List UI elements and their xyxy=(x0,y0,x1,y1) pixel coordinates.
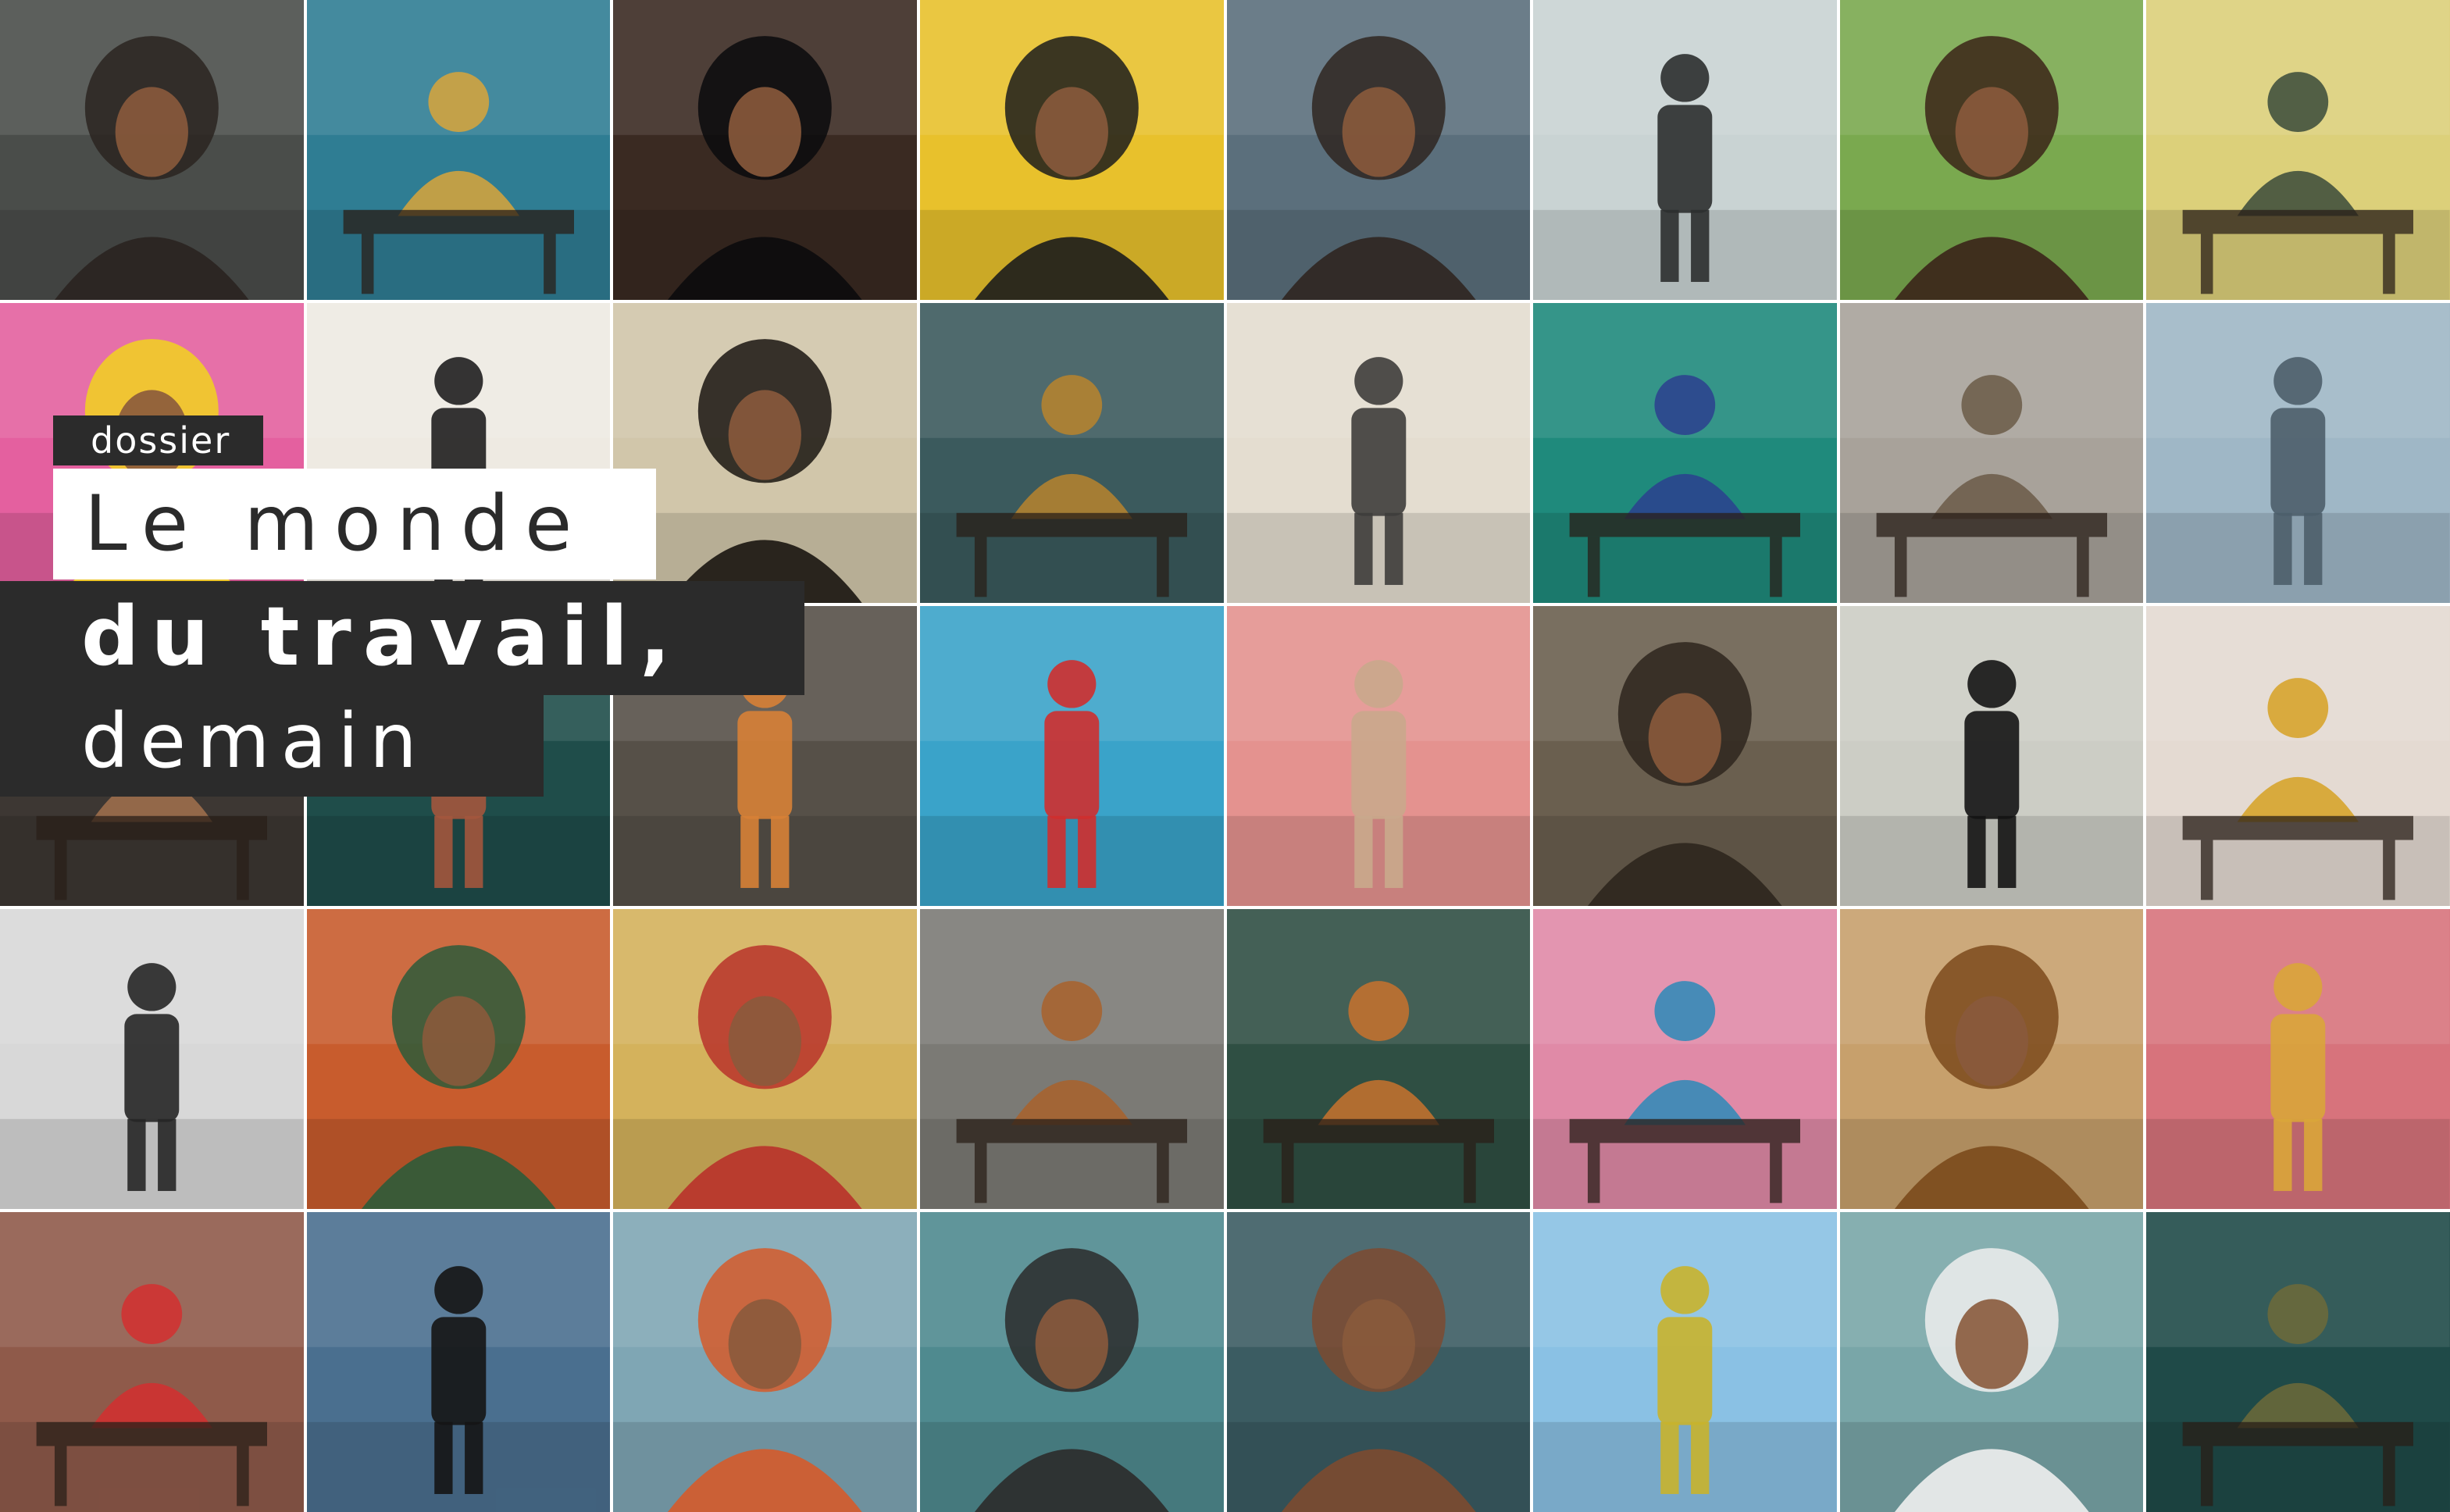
title-line-2: du travail, xyxy=(0,581,804,695)
tile-woman-afro-network-lines xyxy=(613,303,917,603)
dossier-tag: dossier xyxy=(53,415,264,465)
tile-orangutan-vr-office xyxy=(919,909,1224,1209)
tile-office-green-city-view xyxy=(1226,909,1531,1209)
tile-colorful-man-goggles-dunes xyxy=(919,606,1224,906)
tile-man-mirror-sphere-field xyxy=(1533,1212,1837,1512)
tile-man-typewriter-pop-art xyxy=(1533,303,1837,603)
tile-woman-yellow-suit-machines xyxy=(2146,909,2450,1209)
tile-woman-face-paint-collage xyxy=(1226,1212,1531,1512)
tile-yellow-office-workers-sketch xyxy=(2146,0,2450,300)
tile-man-glasses-office-teal xyxy=(919,1212,1224,1512)
tile-man-flowers-collage xyxy=(306,909,611,1209)
tile-robot-walking-jungle xyxy=(1533,0,1837,300)
tile-woman-curly-laptop-floral xyxy=(0,1212,304,1512)
tile-woman-headphones-collage xyxy=(1533,606,1837,906)
tile-woman-goggles-mountain xyxy=(613,1212,917,1512)
tile-woman-paper-hat-white xyxy=(1839,1212,2144,1512)
tile-pop-art-woman-collage xyxy=(919,0,1224,300)
tile-woman-laptop-jungle xyxy=(2146,1212,2450,1512)
tile-woman-hair-wind-painting xyxy=(1226,0,1531,300)
tile-beach-desk-workers xyxy=(306,0,611,300)
tile-woman-floating-orbs-sky xyxy=(306,1212,611,1512)
title-line-3: demain xyxy=(0,695,544,797)
tile-woman-dreadlocks-metal-sculpture xyxy=(0,0,304,300)
tile-golden-machine-head xyxy=(1839,909,2144,1209)
tile-woman-vr-goggles-mountains xyxy=(1839,0,2144,300)
tile-man-pink-tree-head xyxy=(1226,606,1531,906)
tile-two-suited-figures-sketch xyxy=(0,909,304,1209)
tile-man-laptop-flowers-pop xyxy=(1533,909,1837,1209)
tile-woman-seated-collage xyxy=(1226,303,1531,603)
tile-woman-glasses-desk-writing xyxy=(1839,303,2144,603)
title-line-1: Le monde xyxy=(53,469,656,579)
tile-abstract-black-figures xyxy=(1839,606,2144,906)
tile-futuristic-city-office xyxy=(2146,303,2450,603)
tile-woman-red-blouse-landscape xyxy=(613,909,917,1209)
tile-floating-islands-vr-desk xyxy=(919,303,1224,603)
tile-woman-curly-hair-computer xyxy=(613,0,917,300)
tile-woman-yellow-sweater-laptop xyxy=(2146,606,2450,906)
